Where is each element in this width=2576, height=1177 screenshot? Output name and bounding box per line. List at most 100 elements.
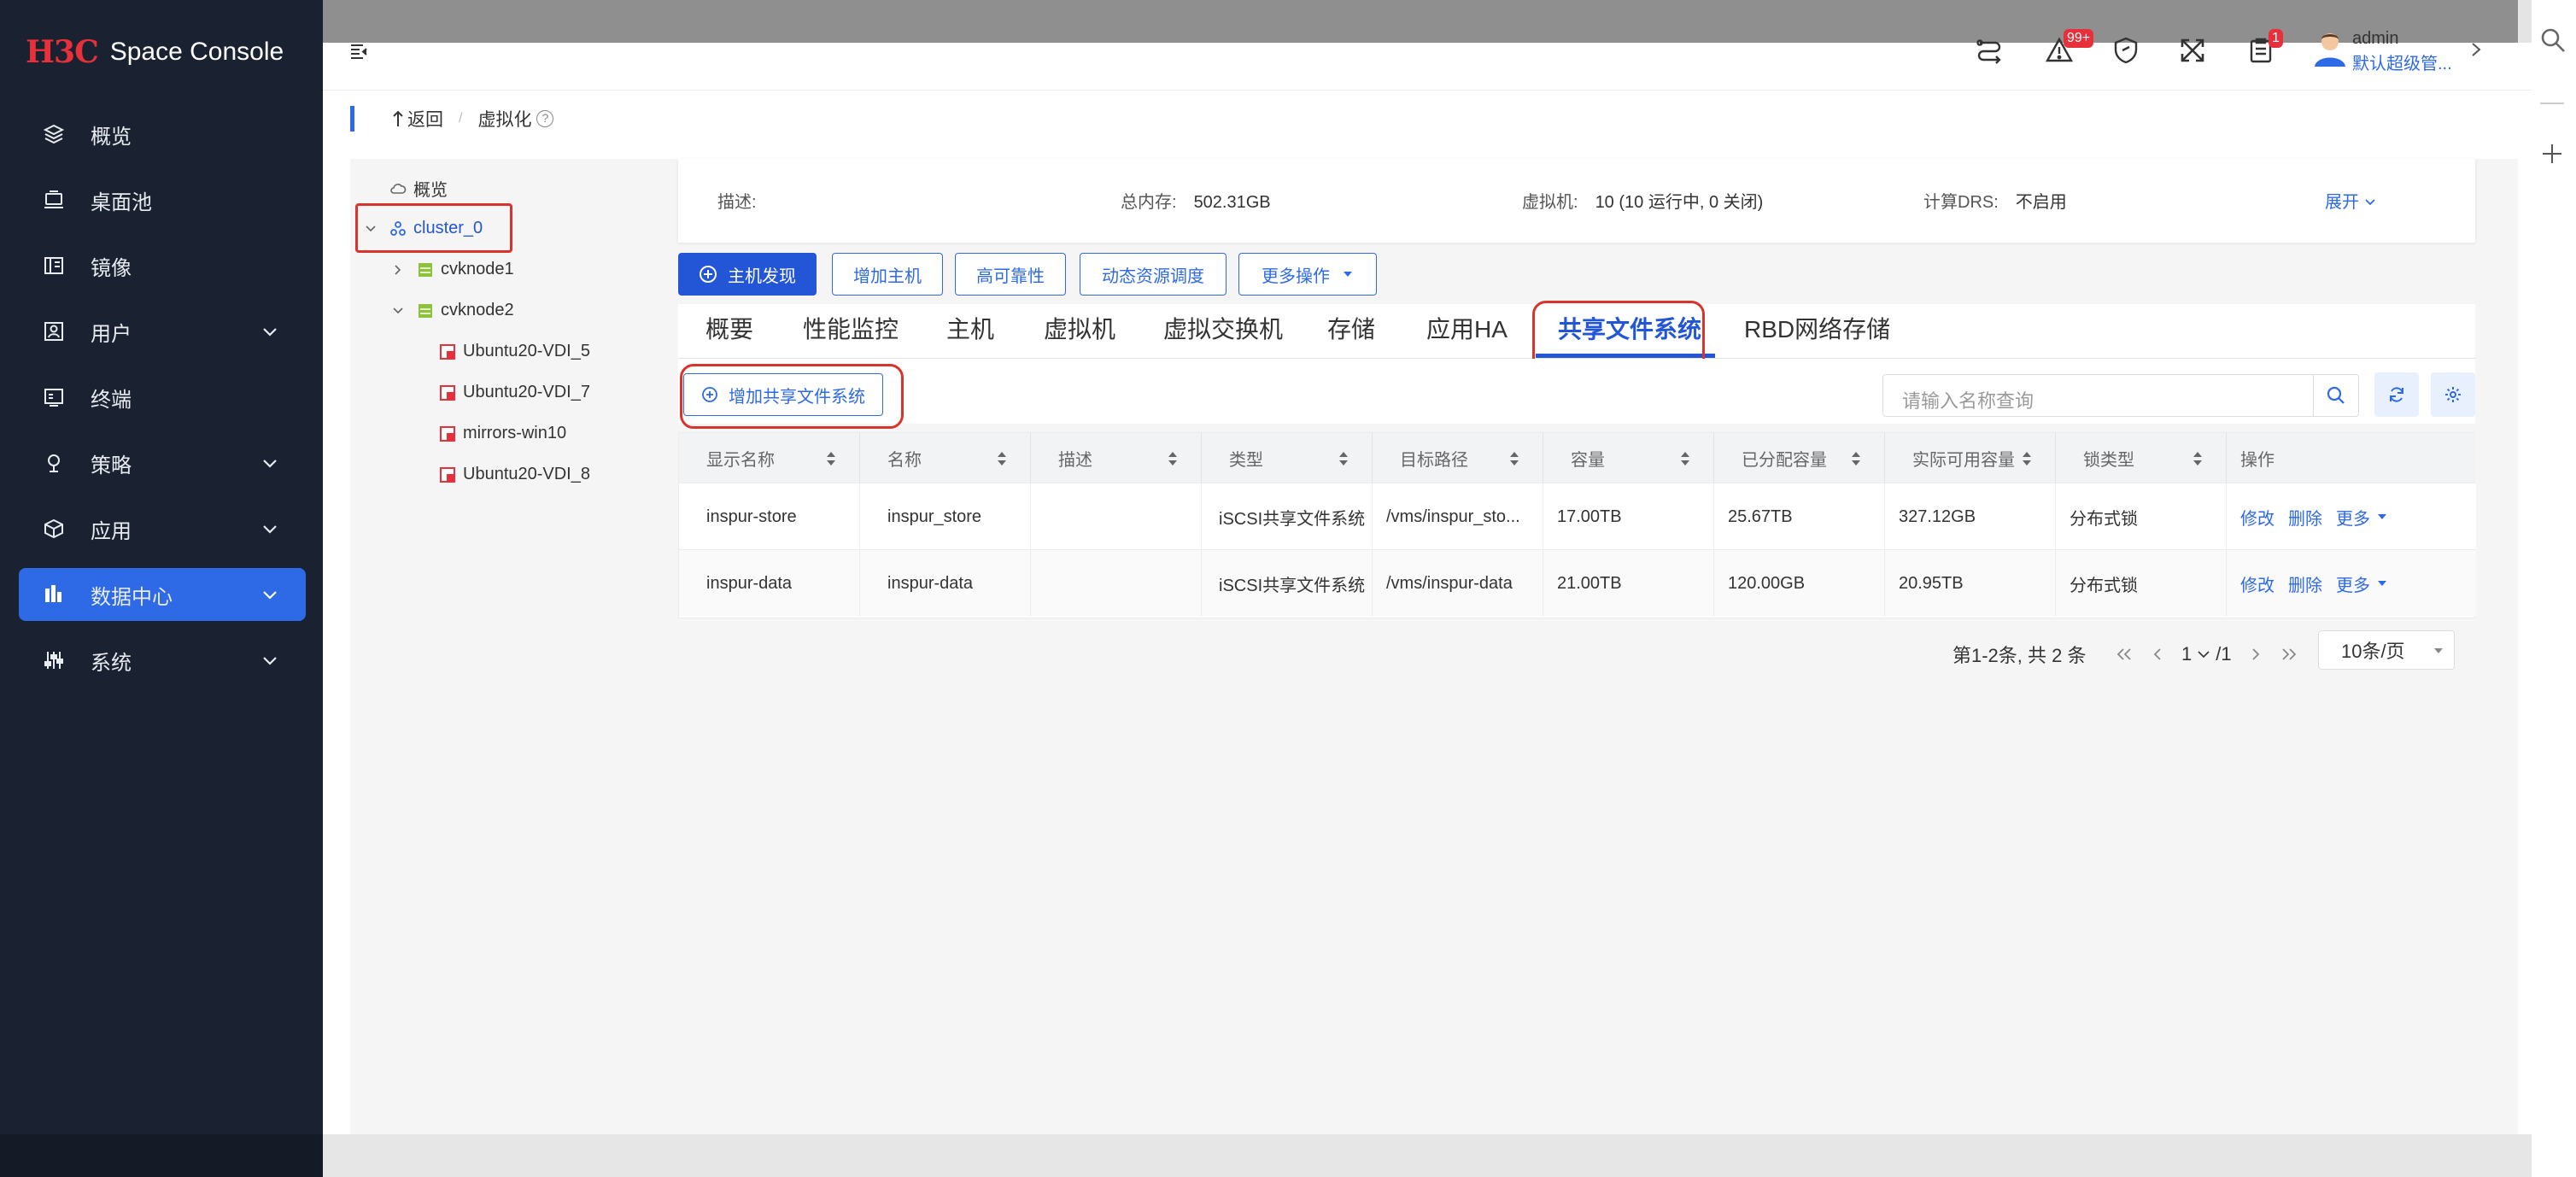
expand-link[interactable]: 展开: [2325, 188, 2376, 213]
chevron-right-icon: [395, 264, 401, 275]
tab-hosts[interactable]: 主机: [946, 311, 994, 345]
current-page: 1: [2181, 643, 2193, 665]
more-link[interactable]: 更多: [2336, 505, 2370, 530]
highlight-add-button: [680, 364, 904, 429]
delete-link[interactable]: 删除: [2288, 571, 2322, 596]
app-icon: [41, 516, 67, 542]
add-host-button[interactable]: 增加主机: [832, 253, 943, 296]
column-header-display-name[interactable]: 显示名称: [679, 433, 860, 483]
sidebar-item-users[interactable]: 用户: [19, 305, 306, 358]
sidebar-item-terminal[interactable]: 终端: [19, 371, 306, 424]
header-label: 操作: [2240, 450, 2274, 470]
table-row: inspur-store inspur_store iSCSI共享文件系统 /v…: [679, 483, 2476, 550]
last-page-icon[interactable]: [2280, 647, 2298, 661]
caret-down-icon: [1344, 272, 1352, 277]
more-link[interactable]: 更多: [2336, 571, 2370, 596]
prev-page-icon[interactable]: [2152, 647, 2163, 661]
column-header-name[interactable]: 名称: [860, 433, 1031, 483]
layers-icon: [41, 121, 67, 147]
help-icon[interactable]: ?: [536, 110, 554, 127]
column-header-available[interactable]: 实际可用容量: [1885, 433, 2056, 483]
tab-vms[interactable]: 虚拟机: [1044, 311, 1115, 345]
search-icon[interactable]: [2538, 26, 2567, 59]
column-header-target-path[interactable]: 目标路径: [1373, 433, 1543, 483]
tab-app-ha[interactable]: 应用HA: [1426, 311, 1508, 345]
chevron-right-icon[interactable]: [2463, 34, 2489, 65]
search-button[interactable]: [2313, 374, 2359, 417]
gear-icon: [2445, 387, 2461, 402]
add-icon[interactable]: [2540, 142, 2564, 170]
search-input[interactable]: 请输入名称查询: [1882, 374, 2315, 417]
tree-item-vm[interactable]: Ubuntu20-VDI_7: [439, 383, 590, 402]
column-header-description[interactable]: 描述: [1031, 433, 1202, 483]
route-icon[interactable]: [1971, 32, 2007, 68]
tab-storage[interactable]: 存储: [1327, 311, 1375, 345]
cell-allocated: 120.00GB: [1714, 550, 1885, 617]
back-link[interactable]: 返回: [392, 106, 443, 132]
first-page-icon[interactable]: [2115, 647, 2134, 661]
arrow-up-icon: [393, 110, 403, 126]
shield-icon[interactable]: [2108, 32, 2144, 68]
chevron-down-icon: [366, 225, 376, 231]
alert-count-badge: 99+: [2064, 29, 2094, 48]
shared-fs-table: 显示名称 名称 描述 类型 目标路径 容量 已分配容量 实际可用容量 锁类型 操…: [678, 432, 2476, 618]
more-actions-button[interactable]: 更多操作: [1238, 253, 1377, 296]
sidebar-item-label: 应用: [91, 519, 132, 543]
user-menu[interactable]: admin 默认超级管...: [2313, 29, 2452, 73]
sidebar-item-app[interactable]: 应用: [19, 502, 306, 555]
tree-item-vm[interactable]: Ubuntu20-VDI_8: [439, 465, 590, 484]
sidebar-item-policy[interactable]: 策略: [19, 436, 306, 489]
tree-item-vm[interactable]: mirrors-win10: [439, 424, 566, 443]
sort-icon: [1852, 452, 1860, 466]
tree-item-cluster[interactable]: cluster_0: [362, 219, 483, 238]
tree-item-overview[interactable]: 概览: [389, 176, 448, 201]
host-discovery-button[interactable]: 主机发现: [678, 253, 817, 296]
column-header-capacity[interactable]: 容量: [1543, 433, 1714, 483]
page-select[interactable]: 1 /1: [2181, 643, 2232, 665]
info-drs: 计算DRS: 不启用: [1923, 188, 2067, 213]
next-page-icon[interactable]: [2251, 647, 2261, 661]
fullscreen-icon[interactable]: [2175, 32, 2210, 68]
sidebar-item-image[interactable]: 镜像: [19, 239, 306, 292]
tree-item-node[interactable]: cvknode1: [389, 260, 514, 279]
settings-button[interactable]: [2431, 372, 2475, 417]
delete-link[interactable]: 删除: [2288, 505, 2322, 530]
back-label: 返回: [407, 110, 443, 130]
caret-down-icon: [2434, 648, 2443, 653]
chevron-down-icon: [263, 460, 277, 468]
edit-link[interactable]: 修改: [2240, 505, 2274, 530]
cluster-summary-card: 描述: 总内存: 502.31GB 虚拟机: 10 (10 运行中, 0 关闭) 计…: [678, 159, 2475, 243]
tree-item-label: Ubuntu20-VDI_7: [463, 383, 590, 401]
tab-rbd-storage[interactable]: RBD网络存储: [1744, 311, 1890, 345]
host-icon: [419, 303, 432, 318]
tree-item-node[interactable]: cvknode2: [389, 301, 514, 320]
image-icon: [41, 253, 67, 278]
info-description: 描述:: [717, 188, 774, 213]
sidebar-item-desktop-pool[interactable]: 桌面池: [19, 173, 306, 226]
cell-name: inspur-data: [860, 550, 1031, 617]
info-label: 描述:: [717, 193, 757, 212]
column-header-allocated[interactable]: 已分配容量: [1714, 433, 1885, 483]
sidebar-bottom-shade: [0, 1134, 323, 1177]
caret-down-icon[interactable]: [2377, 512, 2387, 521]
table-row: inspur-data inspur-data iSCSI共享文件系统 /vms…: [679, 549, 2476, 617]
tab-summary[interactable]: 概要: [705, 311, 753, 345]
chevron-down-icon: [263, 591, 277, 600]
edit-link[interactable]: 修改: [2240, 571, 2274, 596]
column-header-type[interactable]: 类型: [1202, 433, 1373, 483]
page-size-select[interactable]: 10条/页: [2318, 630, 2455, 670]
vm-icon: [440, 425, 455, 442]
sidebar-item-datacenter[interactable]: 数据中心: [19, 568, 306, 621]
tree-item-vm[interactable]: Ubuntu20-VDI_5: [439, 342, 590, 361]
tab-performance[interactable]: 性能监控: [803, 311, 899, 345]
sidebar-item-system[interactable]: 系统: [19, 634, 306, 687]
column-header-lock-type[interactable]: 锁类型: [2056, 433, 2227, 483]
column-header-actions: 操作: [2227, 433, 2476, 483]
collapse-menu-icon[interactable]: [342, 34, 376, 68]
refresh-button[interactable]: [2374, 372, 2419, 417]
tab-vswitch[interactable]: 虚拟交换机: [1163, 311, 1283, 345]
dynamic-scheduling-button[interactable]: 动态资源调度: [1080, 253, 1227, 296]
caret-down-icon[interactable]: [2377, 579, 2387, 588]
sidebar-item-overview[interactable]: 概览: [19, 108, 306, 161]
high-availability-button[interactable]: 高可靠性: [955, 253, 1066, 296]
